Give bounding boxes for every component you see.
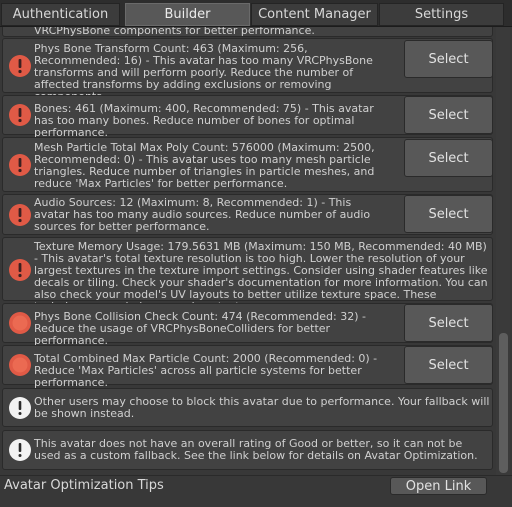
list-item: Other users may choose to block this ava…: [2, 388, 493, 427]
info-icon: [9, 397, 31, 419]
tab-content-manager[interactable]: Content Manager: [251, 3, 378, 26]
message-text: Other users may choose to block this ava…: [34, 395, 490, 420]
message-text: Phys Bone Transform Count: 463 (Maximum:…: [34, 42, 373, 103]
list-item: Mesh Particle Total Max Poly Count: 5760…: [2, 137, 493, 192]
select-button[interactable]: Select: [404, 40, 493, 78]
vertical-scrollbar[interactable]: [496, 27, 510, 475]
message-text: Mesh Particle Total Max Poly Count: 5760…: [34, 141, 375, 190]
select-button[interactable]: Select: [404, 195, 493, 233]
error-icon: [9, 259, 31, 281]
footer: Avatar Optimization Tips Open Link: [0, 475, 512, 507]
info-icon: [9, 439, 31, 461]
select-button[interactable]: Select: [404, 96, 493, 134]
list-item: Texture Memory Usage: 179.5631 MB (Maxim…: [2, 237, 493, 313]
message-text: Total Combined Max Particle Count: 2000 …: [34, 352, 378, 389]
list-item: Audio Sources: 12 (Maximum: 8, Recommend…: [2, 194, 493, 235]
message-text: VRCPhysBone components for better perfor…: [34, 27, 315, 37]
tab-builder[interactable]: Builder: [125, 3, 250, 26]
list-item: This avatar does not have an overall rat…: [2, 430, 493, 470]
error-icon: [9, 104, 31, 126]
list-item: Phys Bone Collision Check Count: 474 (Re…: [2, 303, 493, 347]
validation-list[interactable]: VRCPhysBone components for better perfor…: [0, 27, 512, 475]
error-icon: [9, 154, 31, 176]
list-item: Bones: 461 (Maximum: 400, Recommended: 7…: [2, 95, 493, 139]
optimization-tips-label: Avatar Optimization Tips: [4, 478, 164, 493]
message-text: Phys Bone Collision Check Count: 474 (Re…: [34, 310, 366, 347]
error-icon: [9, 55, 31, 77]
message-text: Bones: 461 (Maximum: 400, Recommended: 7…: [34, 102, 374, 139]
tab-settings[interactable]: Settings: [379, 3, 504, 26]
list-item: Phys Bone Transform Count: 463 (Maximum:…: [2, 38, 493, 103]
select-button[interactable]: Select: [404, 346, 493, 384]
list-item: VRCPhysBone components for better perfor…: [2, 27, 493, 37]
list-item: Total Combined Max Particle Count: 2000 …: [2, 345, 493, 389]
tab-authentication[interactable]: Authentication: [1, 3, 120, 26]
open-link-button[interactable]: Open Link: [390, 477, 487, 495]
message-text: Audio Sources: 12 (Maximum: 8, Recommend…: [34, 196, 371, 233]
scrollbar-thumb[interactable]: [499, 333, 508, 473]
warning-circle-icon: [9, 312, 31, 334]
error-icon: [9, 204, 31, 226]
warning-circle-icon: [9, 354, 31, 376]
select-button[interactable]: Select: [404, 304, 493, 342]
select-button[interactable]: Select: [404, 139, 493, 177]
tab-bar: Authentication Builder Content Manager S…: [0, 0, 512, 27]
message-text: This avatar does not have an overall rat…: [34, 437, 478, 462]
